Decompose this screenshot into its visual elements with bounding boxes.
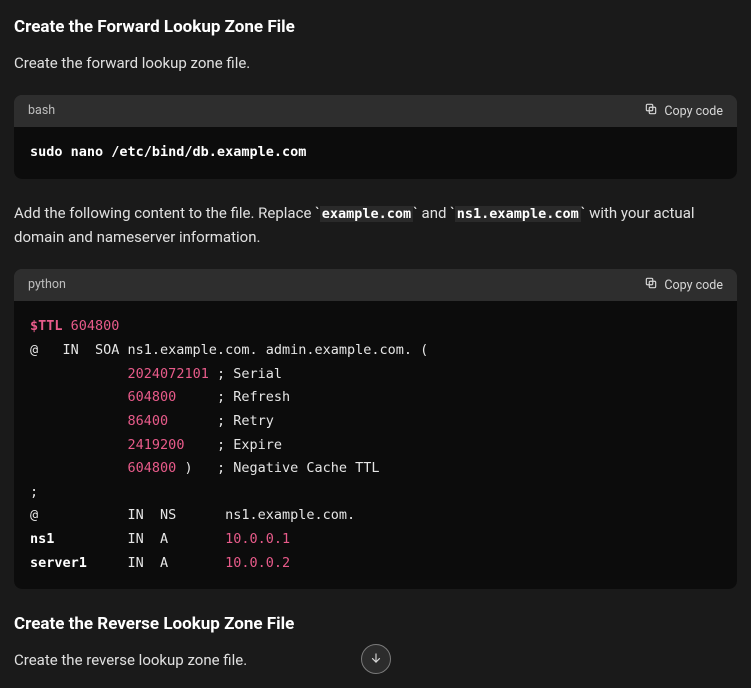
section-title-forward: Create the Forward Lookup Zone File (14, 14, 737, 41)
code-body-bash: sudo nano /etc/bind/db.example.com (14, 127, 737, 179)
code-block-bash: bash Copy code sudo nano /etc/bind/db.ex… (14, 95, 737, 179)
copy-label: Copy code (664, 278, 723, 293)
copy-icon (644, 102, 658, 120)
code-block-zone: python Copy code $TTL 604800 @ IN SOA ns… (14, 269, 737, 589)
section-title-reverse: Create the Reverse Lookup Zone File (14, 611, 737, 638)
inline-code-example: example.com (320, 206, 413, 222)
paragraph-prefix: Add the following content to the file. R… (14, 204, 315, 222)
copy-label: Copy code (664, 104, 723, 119)
copy-code-button[interactable]: Copy code (644, 276, 723, 294)
copy-code-button[interactable]: Copy code (644, 102, 723, 120)
code-header: python Copy code (14, 269, 737, 301)
inline-code-ns1: ns1.example.com (455, 206, 581, 222)
paragraph-mid: and (418, 204, 450, 222)
code-header: bash Copy code (14, 95, 737, 127)
intro-text-forward: Create the forward lookup zone file. (14, 51, 737, 75)
scroll-down-button[interactable] (361, 644, 391, 674)
arrow-down-icon (369, 651, 383, 668)
code-body-zone: $TTL 604800 @ IN SOA ns1.example.com. ad… (14, 301, 737, 589)
paragraph-replace: Add the following content to the file. R… (14, 201, 737, 250)
code-lang-label: bash (28, 101, 55, 121)
code-lang-label: python (28, 275, 66, 295)
copy-icon (644, 276, 658, 294)
